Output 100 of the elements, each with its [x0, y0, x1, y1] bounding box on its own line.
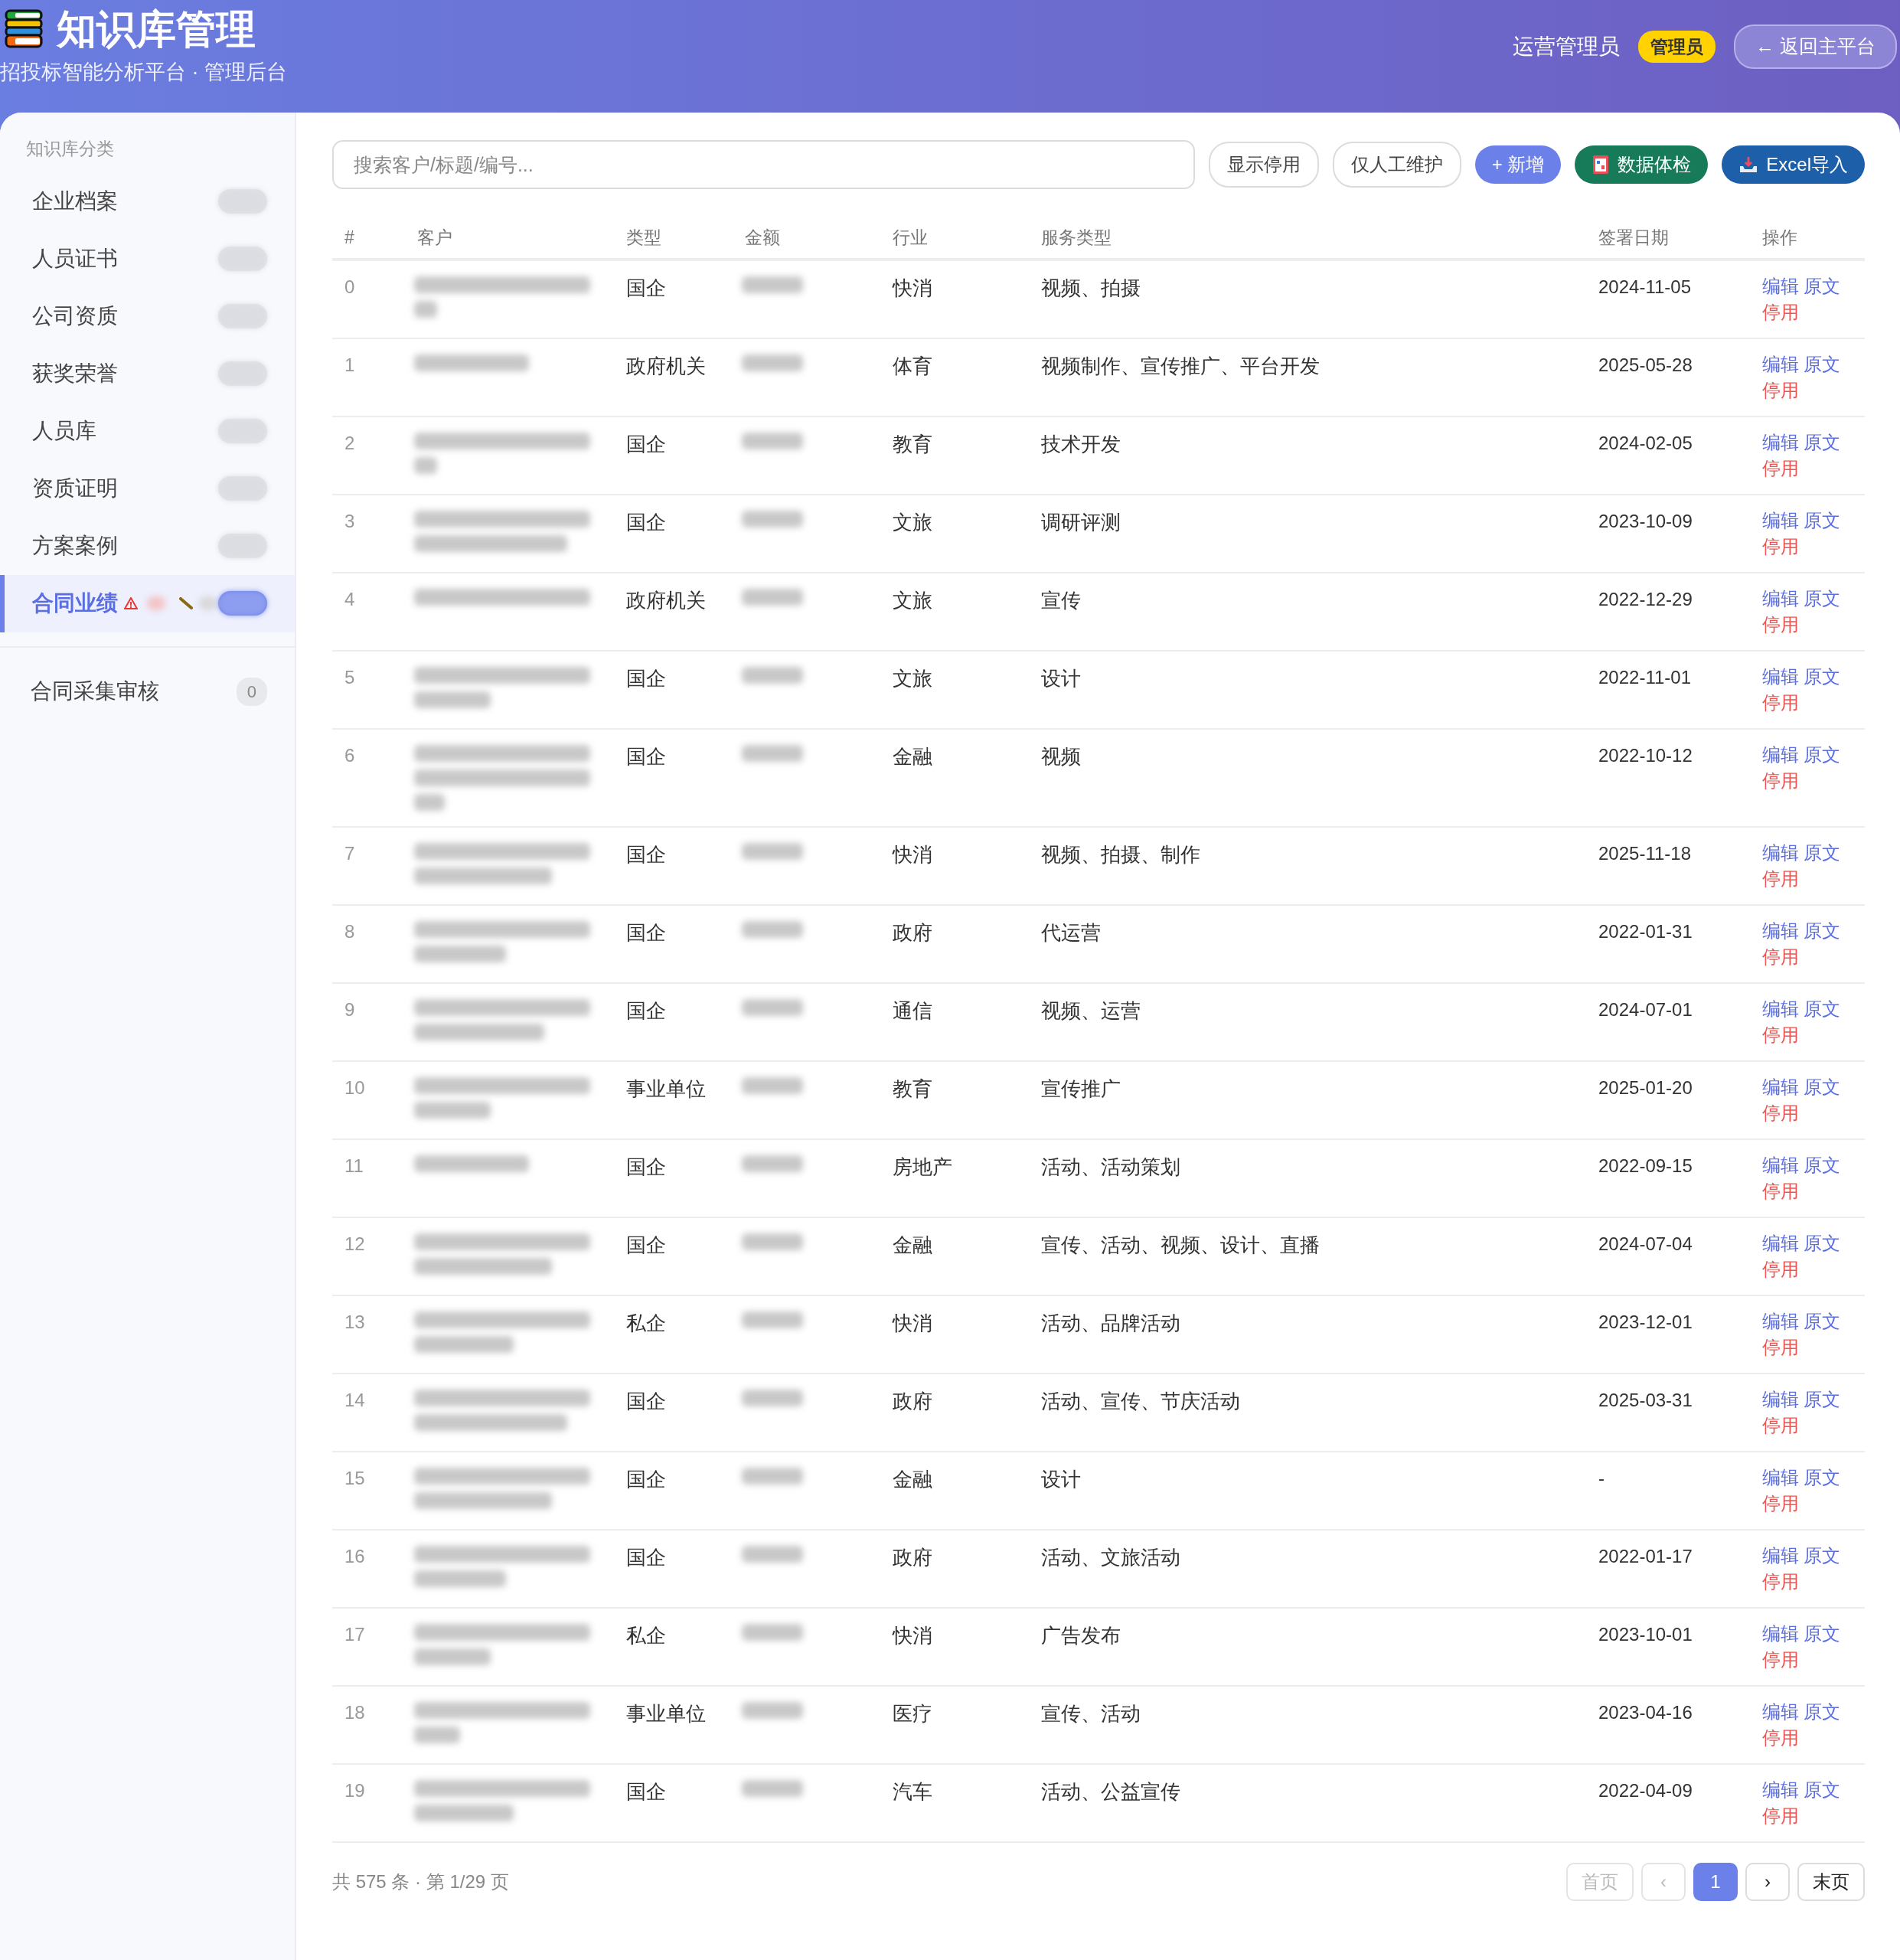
- sidebar-item[interactable]: 企业档案: [0, 172, 295, 230]
- toolbar-button[interactable]: 显示停用: [1208, 142, 1319, 188]
- action-link[interactable]: 编辑: [1762, 1230, 1799, 1256]
- action-link[interactable]: 编辑: [1762, 664, 1799, 690]
- action-link[interactable]: 原文: [1804, 351, 1840, 377]
- disable-link[interactable]: 停用: [1762, 1491, 1799, 1517]
- action-link[interactable]: 原文: [1804, 664, 1840, 690]
- table-cell-text: 快消: [891, 1311, 933, 1336]
- table-cell-text: 国企: [625, 842, 667, 867]
- action-link[interactable]: 编辑: [1762, 1308, 1799, 1334]
- action-link[interactable]: 编辑: [1762, 1699, 1799, 1725]
- action-link[interactable]: 原文: [1804, 1621, 1840, 1647]
- toolbar-button[interactable]: Excel导入: [1722, 145, 1865, 184]
- table-cell-text: 金融: [892, 1467, 933, 1492]
- table-cell-text: 私企: [625, 1623, 667, 1648]
- sidebar-item[interactable]: 获奖荣誉: [0, 345, 295, 403]
- sidebar-item[interactable]: 人员证书: [0, 230, 295, 288]
- action-link[interactable]: 原文: [1804, 1777, 1840, 1803]
- action-link[interactable]: 编辑: [1762, 742, 1799, 768]
- disable-link[interactable]: 停用: [1762, 1022, 1799, 1048]
- action-link[interactable]: 编辑: [1762, 1777, 1799, 1803]
- disable-link[interactable]: 停用: [1762, 1256, 1799, 1282]
- action-link[interactable]: 原文: [1804, 508, 1840, 534]
- action-link[interactable]: 编辑: [1762, 1074, 1799, 1100]
- action-link[interactable]: 原文: [1804, 918, 1840, 944]
- sidebar-item[interactable]: 人员库: [0, 402, 295, 460]
- disable-link[interactable]: 停用: [1762, 1100, 1799, 1126]
- action-link[interactable]: 原文: [1804, 1465, 1840, 1491]
- action-link[interactable]: 编辑: [1762, 508, 1799, 534]
- action-link[interactable]: 编辑: [1762, 273, 1799, 299]
- disable-link[interactable]: 停用: [1762, 612, 1799, 638]
- action-link[interactable]: 原文: [1804, 996, 1840, 1022]
- sidebar-item[interactable]: 合同采集审核 0: [0, 662, 295, 720]
- sidebar-item[interactable]: 公司资质: [0, 287, 295, 345]
- redacted-mark: [199, 596, 217, 610]
- disable-link[interactable]: 停用: [1762, 944, 1799, 970]
- page-button[interactable]: 末页: [1797, 1863, 1865, 1901]
- disable-link[interactable]: 停用: [1762, 377, 1799, 403]
- action-link[interactable]: 编辑: [1762, 430, 1799, 456]
- row-number: 1: [344, 354, 356, 377]
- disable-link[interactable]: 停用: [1762, 866, 1799, 892]
- sidebar-heading: 知识库分类: [25, 138, 115, 160]
- disable-link[interactable]: 停用: [1762, 690, 1799, 716]
- action-link[interactable]: 原文: [1804, 1308, 1840, 1334]
- action-link[interactable]: 原文: [1804, 273, 1840, 299]
- action-link[interactable]: 编辑: [1762, 351, 1799, 377]
- disable-link[interactable]: 停用: [1762, 1725, 1799, 1751]
- sidebar-item[interactable]: 方案案例: [0, 517, 295, 575]
- action-link[interactable]: 编辑: [1762, 586, 1799, 612]
- disable-link[interactable]: 停用: [1762, 1569, 1799, 1595]
- action-link[interactable]: 原文: [1804, 1152, 1840, 1178]
- page-button[interactable]: 1: [1693, 1863, 1738, 1901]
- column-header: 签署日期: [1598, 226, 1670, 249]
- page-button[interactable]: ›: [1745, 1863, 1790, 1901]
- action-link[interactable]: 原文: [1804, 1230, 1840, 1256]
- action-link[interactable]: 编辑: [1762, 840, 1799, 866]
- disable-link[interactable]: 停用: [1762, 1178, 1799, 1204]
- action-link[interactable]: 编辑: [1762, 996, 1799, 1022]
- toolbar-button[interactable]: 仅人工维护: [1332, 142, 1461, 188]
- sidebar-item[interactable]: 资质证明: [0, 459, 295, 518]
- disable-link[interactable]: 停用: [1762, 1647, 1799, 1673]
- sidebar-item-label: 获奖荣誉: [32, 361, 118, 387]
- row-number: 12: [344, 1233, 366, 1256]
- action-link[interactable]: 编辑: [1762, 1152, 1799, 1178]
- action-link[interactable]: 原文: [1804, 840, 1840, 866]
- disable-link[interactable]: 停用: [1762, 1413, 1799, 1439]
- tray-icon: [1738, 155, 1759, 174]
- row-number: 6: [344, 744, 356, 767]
- disable-link[interactable]: 停用: [1762, 768, 1799, 794]
- table-cell-text: 活动、品牌活动: [1040, 1311, 1181, 1336]
- table-cell-text: 活动、活动策划: [1040, 1155, 1181, 1180]
- action-link[interactable]: 原文: [1804, 1387, 1840, 1413]
- table-cell-text: 2022-01-17: [1598, 1545, 1693, 1568]
- action-link[interactable]: 原文: [1804, 430, 1840, 456]
- toolbar-button[interactable]: 数据体检: [1575, 145, 1709, 184]
- action-link[interactable]: 原文: [1804, 742, 1840, 768]
- page-title: 知识库管理: [57, 6, 256, 53]
- action-link[interactable]: 原文: [1804, 586, 1840, 612]
- action-link[interactable]: 编辑: [1762, 1387, 1799, 1413]
- table-cell-text: 2025-11-18: [1598, 842, 1692, 865]
- disable-link[interactable]: 停用: [1762, 1334, 1799, 1361]
- action-link[interactable]: 编辑: [1762, 918, 1799, 944]
- disable-link[interactable]: 停用: [1762, 299, 1799, 325]
- sidebar-item[interactable]: 合同业绩: [0, 574, 295, 632]
- back-button[interactable]: ← 返回主平台: [1734, 24, 1897, 69]
- disable-link[interactable]: 停用: [1762, 1803, 1799, 1829]
- action-link[interactable]: 编辑: [1762, 1543, 1799, 1569]
- table-cell-text: 广告发布: [1040, 1623, 1121, 1648]
- action-link[interactable]: 编辑: [1762, 1465, 1799, 1491]
- table-cell-text: 2024-07-04: [1598, 1233, 1693, 1256]
- action-link[interactable]: 编辑: [1762, 1621, 1799, 1647]
- action-link[interactable]: 原文: [1804, 1699, 1840, 1725]
- toolbar-button[interactable]: + 新增: [1474, 145, 1562, 184]
- action-link[interactable]: 原文: [1804, 1543, 1840, 1569]
- disable-link[interactable]: 停用: [1762, 456, 1799, 482]
- table-cell-text: 活动、公益宣传: [1040, 1779, 1181, 1805]
- action-link[interactable]: 原文: [1804, 1074, 1840, 1100]
- disable-link[interactable]: 停用: [1762, 534, 1799, 560]
- search-field[interactable]: 搜索客户/标题/编号...: [332, 140, 1195, 189]
- table-cell-text: 国企: [625, 1155, 667, 1180]
